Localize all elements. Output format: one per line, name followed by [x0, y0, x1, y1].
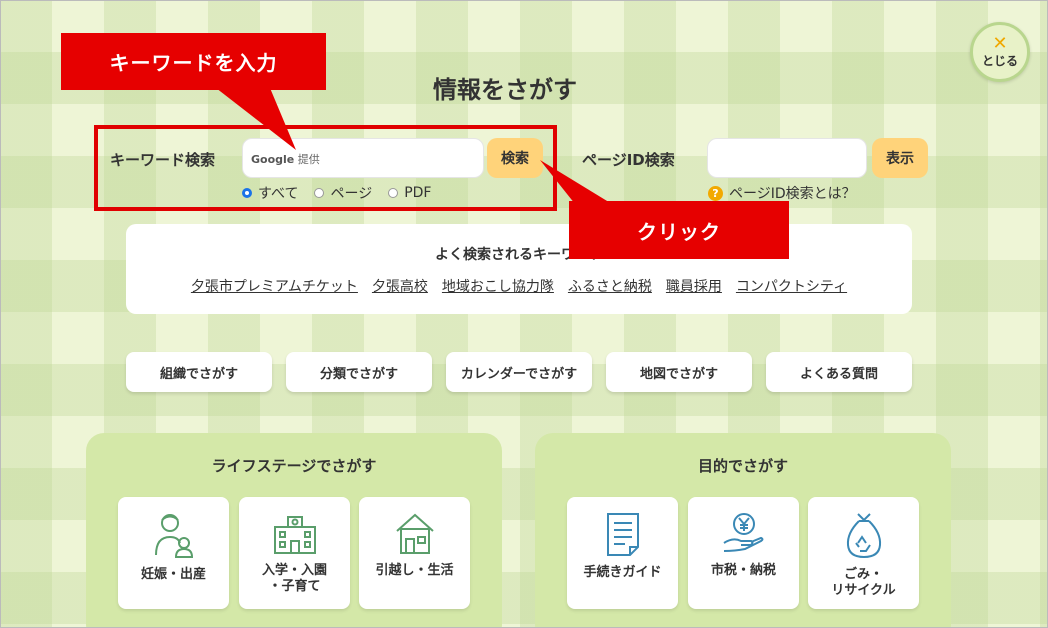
- tile-label: 引越し・生活: [375, 563, 454, 578]
- tile-label: 入学・入園 ・子育て: [261, 563, 327, 594]
- school-building-icon: [273, 516, 316, 554]
- tile-tax[interactable]: 市税・納税: [688, 497, 799, 609]
- arrow-to-search-button: [540, 160, 612, 204]
- nav-by-category[interactable]: 分類でさがす: [286, 352, 432, 392]
- tile-label: 市税・納税: [710, 563, 776, 578]
- tile-school[interactable]: 入学・入園 ・子育て: [239, 497, 350, 609]
- tile-label: ごみ・ リサイクル: [831, 567, 896, 598]
- nav-by-organization[interactable]: 組織でさがす: [126, 352, 272, 392]
- purpose-title: 目的でさがす: [697, 457, 788, 475]
- tile-pregnancy[interactable]: 妊娠・出産: [118, 497, 229, 609]
- parent-child-icon: [154, 514, 193, 558]
- purpose-panel: 目的でさがす 手続きガイド 市税・納税 ごみ・ リサイクル: [535, 433, 951, 628]
- recycle-bag-icon: [846, 513, 881, 559]
- life-stage-title: ライフステージでさがす: [211, 457, 377, 475]
- yen-coin-icon: [722, 513, 763, 552]
- tile-procedure-guide[interactable]: 手続きガイド: [567, 497, 678, 609]
- nav-by-map[interactable]: 地図でさがす: [606, 352, 752, 392]
- nav-faq[interactable]: よくある質問: [766, 352, 912, 392]
- life-stage-panel: ライフステージでさがす 妊娠・出産 入学・入園 ・子育て 引越し・生活: [86, 433, 502, 628]
- house-icon: [395, 513, 434, 554]
- tile-moving[interactable]: 引越し・生活: [359, 497, 470, 609]
- tile-label: 手続きガイド: [583, 565, 662, 580]
- document-icon: [606, 513, 639, 556]
- tile-label: 妊娠・出産: [140, 567, 206, 582]
- arrow-to-input: [216, 88, 296, 150]
- tile-garbage-recycle[interactable]: ごみ・ リサイクル: [808, 497, 919, 609]
- nav-by-calendar[interactable]: カレンダーでさがす: [446, 352, 592, 392]
